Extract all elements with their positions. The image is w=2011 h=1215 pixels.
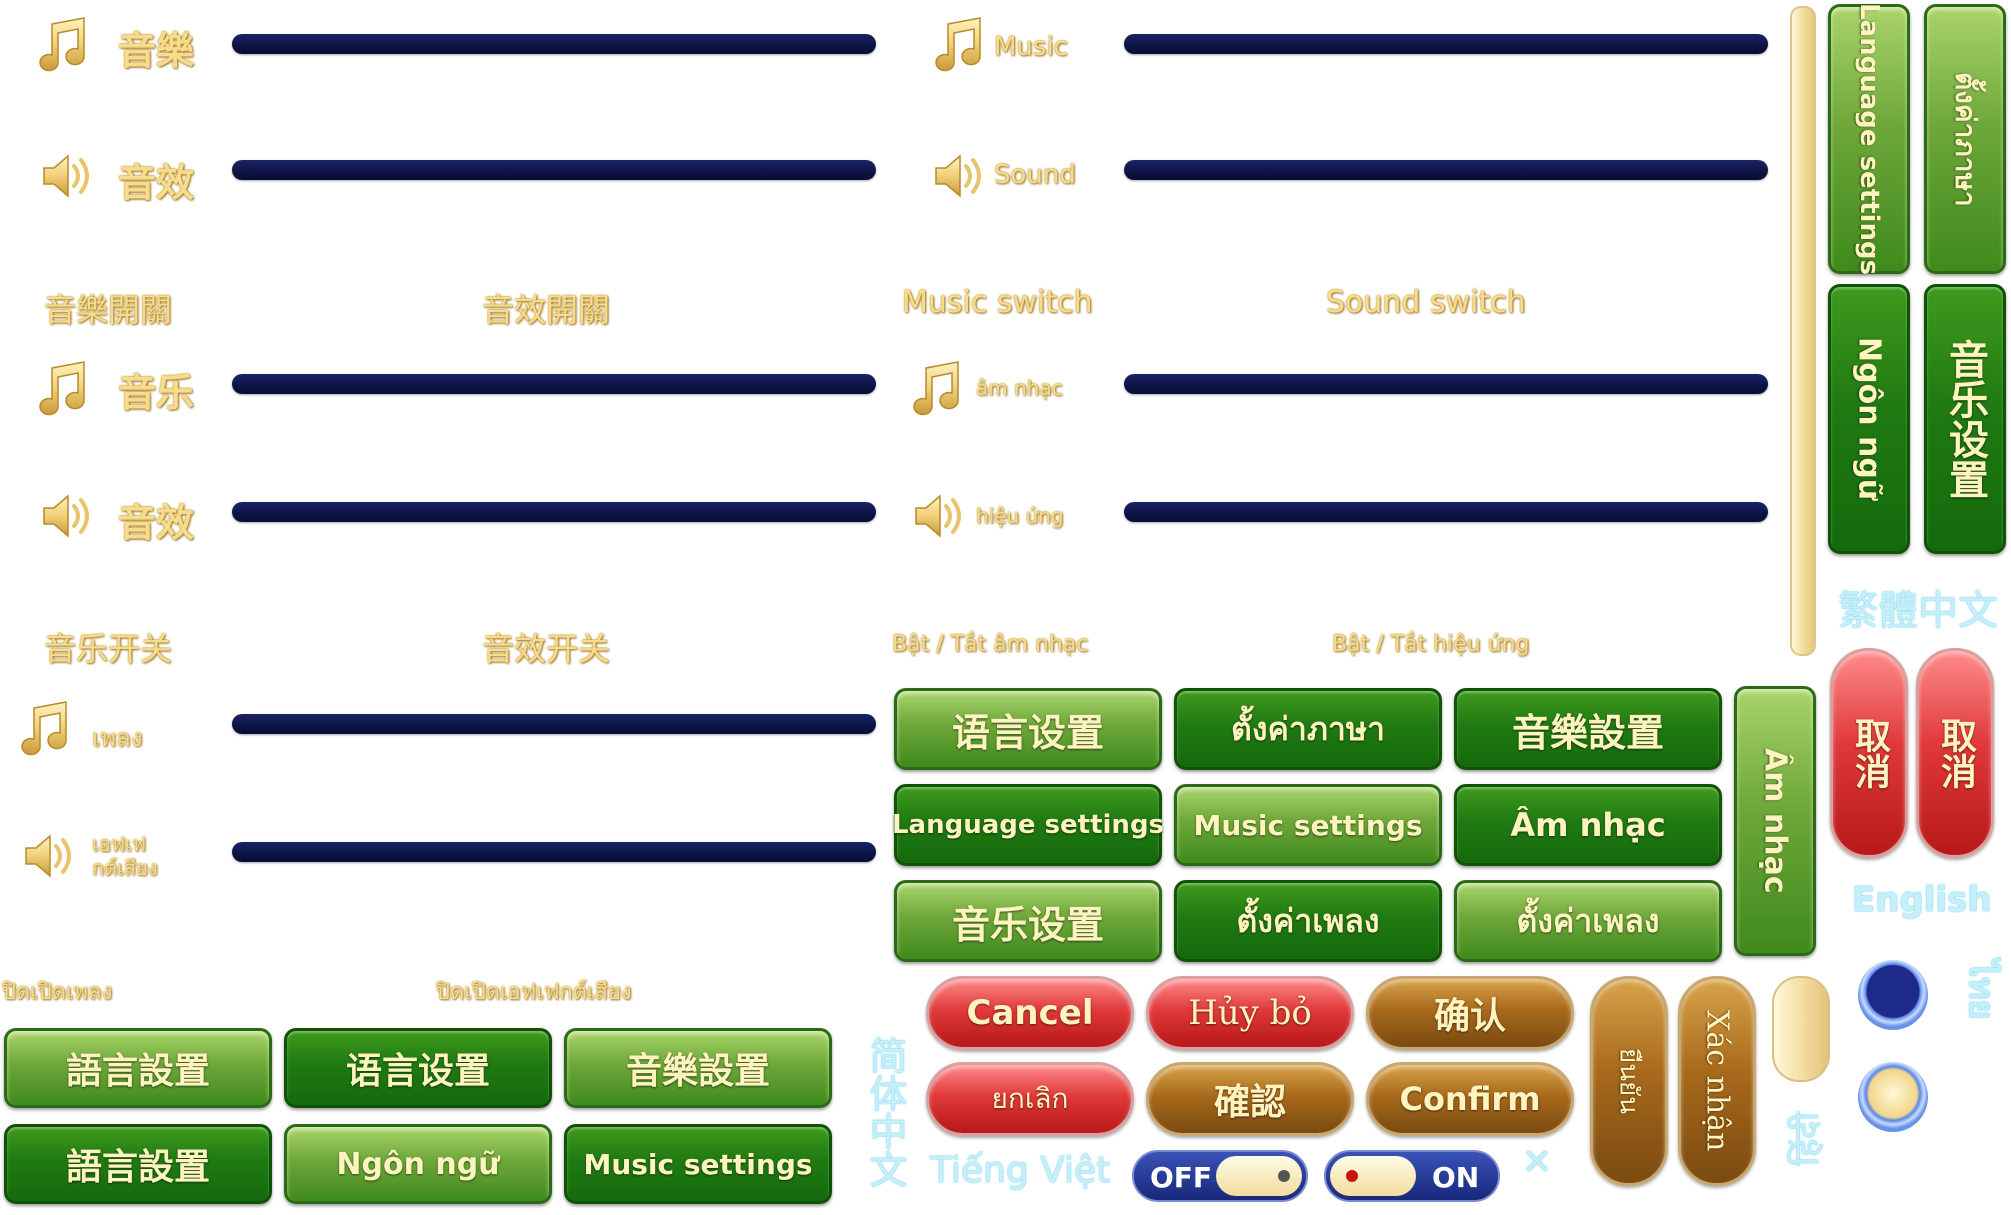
language-settings-button[interactable]: Language settings [892,784,1164,866]
music-volume-slider[interactable] [232,34,876,54]
music-switch-label-sc: 音乐开关 [44,630,173,668]
speaker-icon [910,488,970,544]
sound-switch-label-vi: Bật / Tắt hiệu ứng [1332,632,1530,657]
music-switch-label: 音樂開關 [44,291,173,329]
sound-label-vi: hiệu ứng [976,504,1064,528]
sound-volume-slider[interactable] [232,842,876,862]
cancel-button[interactable]: Hủy bỏ [1146,976,1354,1050]
music-settings-button[interactable]: ตั้งค่าเพลง [1454,880,1722,962]
confirm-button[interactable]: ยืนยัน [1590,976,1668,1186]
scroll-thumb[interactable] [1772,976,1830,1082]
music-label-sc: 音乐 [118,371,195,415]
sound-label-en: Sound [994,160,1076,190]
confirm-button[interactable]: 确认 [1366,976,1574,1050]
sound-switch-label: 音效開關 [482,291,611,329]
confirm-button[interactable]: 確認 [1146,1062,1354,1136]
music-note-icon [32,358,92,418]
language-settings-button[interactable]: ตั้งค่าภาษา [1924,4,2006,274]
music-switch-label-th: ปิดเปิดเพลง [2,980,113,1005]
sound-volume-slider[interactable] [1124,502,1768,522]
music-settings-button[interactable]: Music settings [564,1124,832,1204]
sound-volume-slider[interactable] [1124,160,1768,180]
language-settings-button[interactable]: Language settings [1828,3,1910,275]
language-settings-button[interactable]: 语言设置 [894,688,1162,770]
language-vietnamese[interactable]: Tiếng Việt [930,1150,1110,1191]
cancel-button[interactable]: Cancel [926,976,1134,1050]
music-note-icon [14,698,74,758]
cancel-button[interactable]: 取消 [1916,648,1994,858]
language-settings-button[interactable]: Ngôn ngữ [284,1124,552,1204]
music-toggle-on[interactable]: ON [1324,1150,1500,1202]
music-volume-slider[interactable] [1124,34,1768,54]
sound-volume-slider[interactable] [232,160,876,180]
music-note-icon [32,14,92,74]
music-settings-button[interactable]: 音樂設置 [564,1028,832,1108]
music-button[interactable]: Âm nhạc [1734,686,1816,956]
sound-label-sc: 音效 [118,501,195,545]
language-settings-button[interactable]: ตั้งค่าภาษา [1174,688,1442,770]
music-switch-label-en: Music switch [902,285,1093,320]
music-toggle-off[interactable]: OFF [1132,1150,1308,1202]
music-volume-slider[interactable] [232,374,876,394]
sound-volume-slider[interactable] [232,502,876,522]
scrollbar[interactable] [1790,6,1816,656]
cancel-button[interactable]: 取消 [1830,648,1908,858]
radio-selected[interactable] [1858,960,1928,1030]
music-settings-button[interactable]: 音樂設置 [1454,688,1722,770]
speaker-icon [20,828,80,884]
sound-switch-label-th: ปิดเปิดเอฟเฟกต์เสียง [436,980,632,1005]
language-hindi[interactable]: हिंदी [1784,1112,1830,1166]
music-volume-slider[interactable] [1124,374,1768,394]
music-label: 音樂 [118,29,195,73]
language-settings-button[interactable]: Ngôn ngữ [1828,284,1910,554]
music-settings-button[interactable]: ตั้งค่าเพลง [1174,880,1442,962]
music-switch-label-vi: Bật / Tắt âm nhạc [892,632,1089,657]
close-icon[interactable]: ✕ [1522,1142,1552,1183]
confirm-button[interactable]: Confirm [1366,1062,1574,1136]
sound-label-th: เอฟเฟ กต์เสียง [92,832,158,880]
music-settings-button[interactable]: 音乐设置 [894,880,1162,962]
speaker-icon [930,148,990,204]
music-settings-button[interactable]: Music settings [1174,784,1442,866]
music-label-en: Music [994,32,1068,62]
language-settings-button[interactable]: 語言設置 [4,1028,272,1108]
sound-switch-label-sc: 音效开关 [482,630,611,668]
music-button[interactable]: Âm nhạc [1454,784,1722,866]
language-simplified-chinese[interactable]: 简体中文 [858,1036,913,1188]
sound-switch-label-en: Sound switch [1326,285,1526,320]
music-settings-button[interactable]: 音乐设置 [1924,284,2006,554]
radio-unselected[interactable] [1858,1062,1928,1132]
music-volume-slider[interactable] [232,714,876,734]
confirm-button[interactable]: Xác nhận [1678,976,1756,1186]
language-settings-button[interactable]: 語言設置 [4,1124,272,1204]
language-english[interactable]: English [1852,880,1992,920]
music-label-th: เพลง [92,724,143,752]
music-label-vi: âm nhạc [976,376,1063,400]
language-thai[interactable]: ไทย [1954,960,2008,1019]
cancel-button[interactable]: ยกเลิก [926,1062,1134,1136]
music-note-icon [928,14,988,74]
speaker-icon [38,488,98,544]
speaker-icon [38,148,98,204]
sound-label: 音效 [118,161,195,205]
music-note-icon [906,358,966,418]
language-settings-button[interactable]: 语言设置 [284,1028,552,1108]
language-traditional-chinese[interactable]: 繁體中文 [1838,578,1998,636]
